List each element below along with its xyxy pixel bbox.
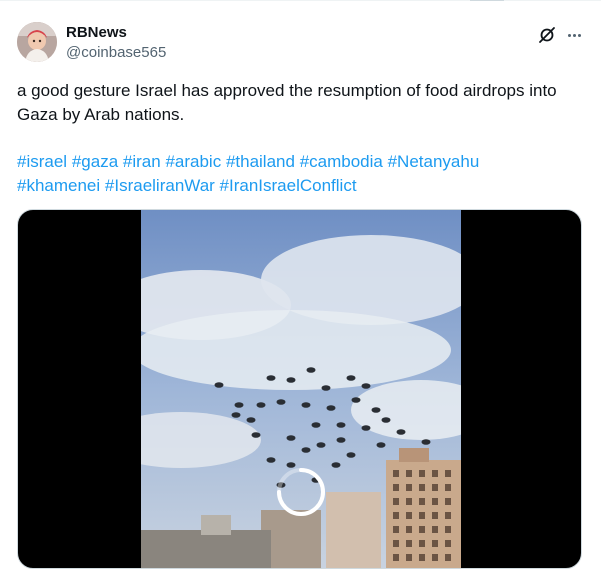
avatar-image [17,22,57,62]
hashtag-link[interactable]: #iran [123,152,161,171]
grok-button[interactable] [537,25,557,45]
video-player[interactable] [17,209,582,569]
hashtag-link[interactable]: #Netanyahu [388,152,480,171]
top-divider [0,0,601,1]
more-icon [567,33,571,37]
hashtag-link[interactable]: #arabic [165,152,221,171]
video-frame [141,210,461,568]
hashtag-link[interactable]: #thailand [226,152,295,171]
hashtag-link[interactable]: #israel [17,152,67,171]
author-handle[interactable]: @coinbase565 [66,44,166,62]
hashtag-link[interactable]: #khamenei [17,176,100,195]
hashtags: #israel #gaza #iran #arabic #thailand #c… [17,150,587,198]
author-name[interactable]: RBNews [66,24,127,42]
hashtags-line-2: #khamenei #IsraeliranWar #IranIsraelConf… [17,174,587,198]
avatar[interactable] [17,22,57,62]
grok-icon [539,27,555,43]
hashtag-link[interactable]: #gaza [72,152,118,171]
more-button[interactable] [564,25,584,45]
hashtag-link[interactable]: #IranIsraelConflict [220,176,357,195]
hashtag-link[interactable]: #IsraeliranWar [105,176,215,195]
hashtags-line-1: #israel #gaza #iran #arabic #thailand #c… [17,150,587,174]
hashtag-link[interactable]: #cambodia [300,152,383,171]
post-text: a good gesture Israel has approved the r… [17,81,557,124]
